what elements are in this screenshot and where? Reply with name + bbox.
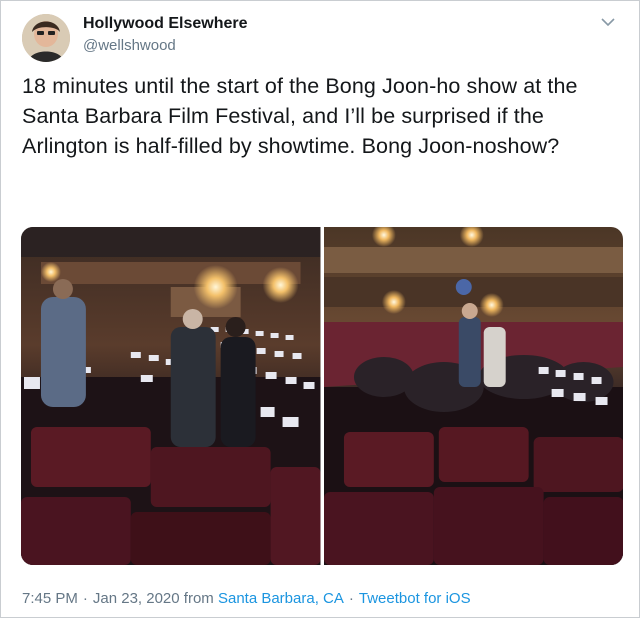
tweet-footer: 7:45 PM · Jan 23, 2020 from Santa Barbara,…: [22, 590, 471, 607]
tweet-time[interactable]: 7:45 PM: [22, 590, 78, 607]
tweet-date[interactable]: Jan 23, 2020: [93, 590, 180, 607]
chevron-down-icon[interactable]: [599, 15, 617, 29]
client-link[interactable]: Tweetbot for iOS: [359, 590, 471, 607]
theater-photo-right[interactable]: [323, 227, 623, 565]
tweet-text: 18 minutes until the start of the Bong J…: [22, 74, 578, 158]
author-avatar[interactable]: [22, 14, 70, 62]
author-handle[interactable]: @wellshwood: [83, 37, 176, 54]
tweet-card: Hollywood Elsewhere @wellshwood 18 minut…: [0, 0, 640, 618]
location-link[interactable]: Santa Barbara, CA: [218, 590, 344, 607]
tweet-media: [21, 227, 623, 565]
separator: ·: [82, 590, 88, 607]
theater-photo-left[interactable]: [21, 227, 321, 565]
author-name[interactable]: Hollywood Elsewhere: [83, 15, 247, 33]
separator: ·: [348, 590, 354, 607]
from-label: from: [183, 590, 214, 607]
profile-photo-icon: [22, 14, 70, 62]
